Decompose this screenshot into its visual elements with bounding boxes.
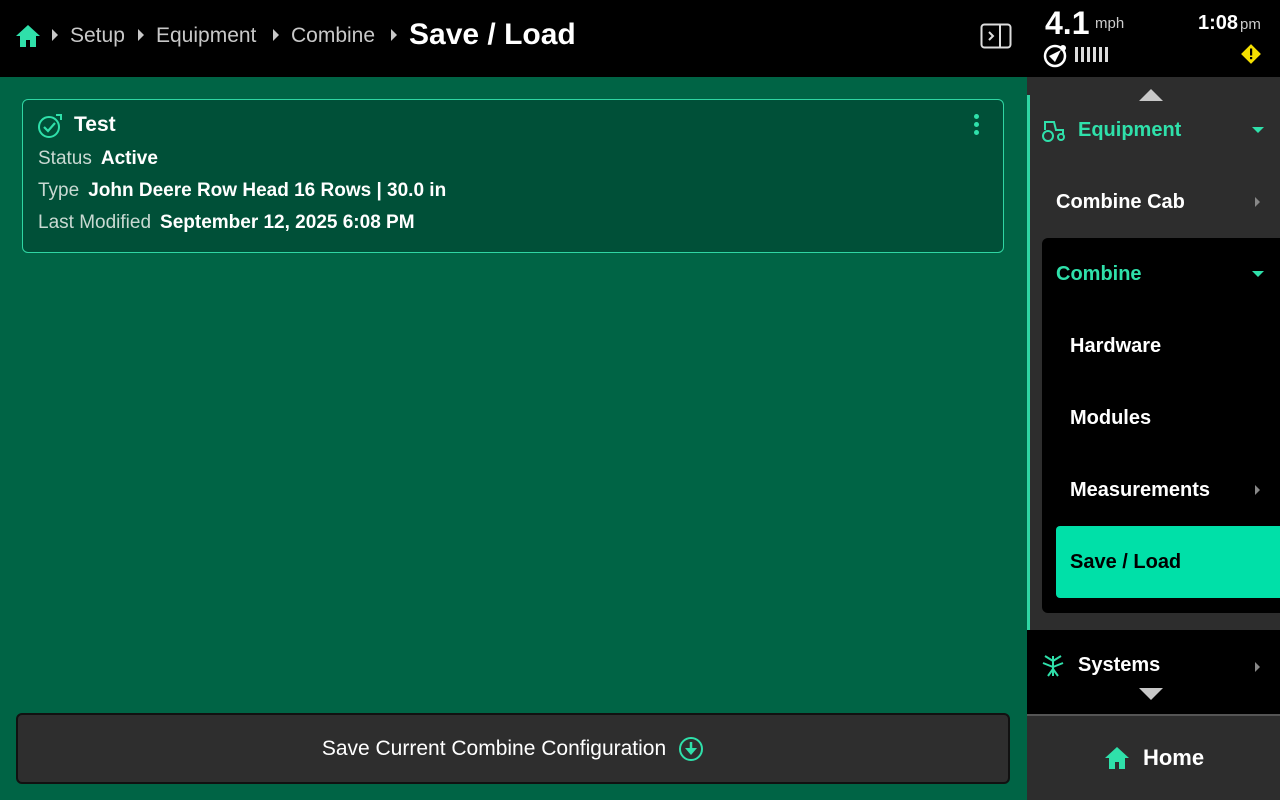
nav-label-combine-cab: Combine Cab: [1056, 190, 1185, 213]
chevron-right-icon: [1255, 197, 1260, 207]
nav-item-hardware[interactable]: Hardware: [1027, 310, 1280, 382]
configuration-card[interactable]: Test Status Active Type John Deere Row Hea…: [22, 99, 1004, 253]
type-value: John Deere Row Head 16 Rows | 30.0 in: [88, 180, 447, 201]
nav-item-modules[interactable]: Modules: [1027, 382, 1280, 454]
home-icon: [1104, 747, 1129, 769]
clock-time: 1:08: [1198, 12, 1239, 34]
breadcrumb-separator-icon: [52, 29, 58, 41]
status-value: Active: [100, 148, 158, 169]
chevron-down-icon: [1252, 127, 1264, 133]
breadcrumb-separator-icon: [391, 29, 397, 41]
nav-label-measurements: Measurements: [1070, 478, 1211, 501]
warning-icon[interactable]: [1240, 43, 1262, 65]
speed-value: 4.1: [1045, 5, 1090, 41]
nav-item-combine-cab[interactable]: Combine Cab: [1027, 166, 1280, 238]
nav-item-save-load[interactable]: Save / Load: [1056, 526, 1280, 598]
home-icon[interactable]: [14, 22, 42, 50]
panel-toggle-icon[interactable]: [980, 23, 1012, 49]
navigation-panel: Equipment Combine Cab Combine Hardware M…: [1027, 77, 1280, 714]
satellite-icon[interactable]: [1043, 42, 1069, 68]
modified-label: Last Modified: [38, 212, 152, 233]
home-button[interactable]: Home: [1027, 714, 1280, 800]
chevron-right-icon: [1255, 485, 1260, 495]
status-area: 4.1 mph 1:08 pm: [1027, 0, 1280, 77]
home-label: Home: [1142, 745, 1205, 770]
card-title: Test: [74, 113, 116, 136]
breadcrumb-separator-icon: [138, 29, 144, 41]
save-button-label: Save Current Combine Configuration: [321, 736, 667, 760]
nav-label-equipment: Equipment: [1078, 118, 1182, 141]
nav-label-hardware: Hardware: [1070, 334, 1162, 357]
status-label: Status: [38, 148, 92, 169]
breadcrumb-separator-icon: [273, 29, 279, 41]
signal-strength-icon: [1075, 47, 1108, 62]
nav-item-equipment[interactable]: Equipment: [1027, 94, 1280, 166]
clock-period: pm: [1240, 16, 1261, 33]
nav-label-combine: Combine: [1056, 262, 1142, 285]
type-label: Type: [38, 180, 80, 201]
breadcrumb-equipment[interactable]: Equipment: [156, 22, 256, 50]
scroll-down-icon[interactable]: [1139, 688, 1163, 700]
chevron-right-icon: [1255, 662, 1260, 672]
chevron-down-icon: [1252, 271, 1264, 277]
more-options-icon[interactable]: [969, 114, 983, 140]
nav-label-modules: Modules: [1070, 406, 1152, 429]
nav-label-systems: Systems: [1078, 654, 1161, 676]
save-configuration-button[interactable]: Save Current Combine Configuration: [16, 713, 1010, 784]
header-bar: Setup Equipment Combine Save / Load: [0, 0, 1027, 77]
nav-item-systems[interactable]: Systems: [1027, 630, 1280, 714]
systems-icon: [1042, 655, 1064, 677]
nav-label-save-load: Save / Load: [1070, 550, 1182, 573]
modified-row: Last Modified September 12, 2025 6:08 PM: [38, 211, 415, 235]
combine-submenu: Combine Hardware Modules Measurements Sa…: [1042, 238, 1280, 613]
speed-unit: mph: [1095, 15, 1125, 32]
type-row: Type John Deere Row Head 16 Rows | 30.0 i…: [38, 179, 446, 203]
page-title: Save / Load: [409, 18, 576, 51]
nav-item-combine[interactable]: Combine: [1027, 238, 1280, 310]
main-content: Test Status Active Type John Deere Row Hea…: [0, 77, 1027, 800]
download-icon: [679, 736, 704, 761]
status-row: Status Active: [38, 147, 158, 171]
nav-item-measurements[interactable]: Measurements: [1027, 454, 1280, 526]
active-check-icon: [38, 114, 62, 138]
breadcrumb-setup[interactable]: Setup: [70, 22, 125, 50]
modified-value: September 12, 2025 6:08 PM: [160, 212, 415, 233]
tractor-icon: [1042, 121, 1065, 142]
breadcrumb-combine[interactable]: Combine: [291, 22, 375, 50]
